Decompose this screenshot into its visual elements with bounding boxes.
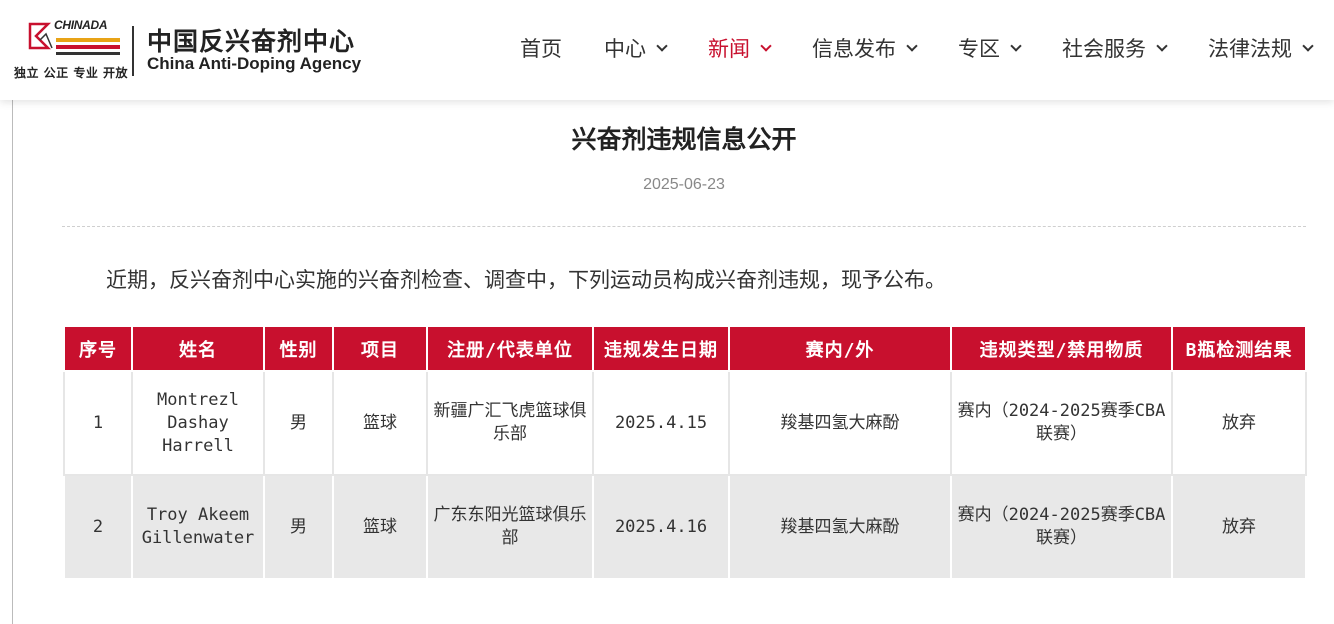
table-cell: 篮球 — [332, 474, 428, 580]
column-header: 赛内/外 — [728, 325, 952, 372]
nav-item-label: 法律法规 — [1208, 37, 1292, 61]
logo-divider — [132, 26, 134, 76]
table-cell: 篮球 — [332, 370, 428, 476]
title-divider — [62, 226, 1306, 227]
nav-item-label: 中心 — [604, 37, 646, 61]
table-cell: 新疆广汇飞虎篮球俱乐部 — [426, 370, 594, 476]
nav-item-label: 专区 — [958, 37, 1000, 61]
table-body: 1 Montrezl Dashay Harrell 男篮球 新疆广汇飞虎篮球俱乐部 20… — [63, 370, 1307, 580]
table-cell: 2025.4.16 — [592, 474, 730, 580]
column-header: 违规类型/禁用物质 — [950, 325, 1173, 372]
chevron-down-icon — [1302, 40, 1314, 52]
table-cell: 放弃 — [1171, 474, 1307, 580]
nav-item-5[interactable]: 社会服务 — [1062, 30, 1168, 66]
article-date: 2025-06-23 — [643, 176, 725, 193]
column-header: 性别 — [263, 325, 334, 372]
nav-item-label: 新闻 — [708, 37, 750, 61]
table-cell: 男 — [263, 370, 334, 476]
table-cell: 广东东阳光篮球俱乐部 — [426, 474, 594, 580]
table-cell: Troy Akeem Gillenwater — [131, 474, 265, 580]
table-cell: 羧基四氢大麻酚 — [728, 370, 952, 476]
table-cell: Montrezl Dashay Harrell — [131, 370, 265, 476]
table-header-row: 序号 姓名 性别 项目 注册/代表单位 违规发生日期 赛内/外 违规类型/禁用物质 B瓶检测结果 — [63, 325, 1307, 372]
column-header: 项目 — [332, 325, 428, 372]
nav-item-0[interactable]: 首页 — [520, 30, 562, 66]
chevron-down-icon — [1156, 40, 1168, 52]
article-title: 兴奋剂违规信息公开 — [571, 125, 797, 154]
logo-english-name: China Anti-Doping Agency — [147, 54, 362, 73]
logo-slogan: 独立 公正 专业 开放 — [14, 66, 129, 80]
nav-item-1[interactable]: 中心 — [604, 30, 668, 66]
column-header: 违规发生日期 — [592, 325, 730, 372]
table-cell: 2 — [63, 474, 133, 580]
table-cell: 1 — [63, 370, 133, 476]
nav-item-label: 首页 — [520, 37, 562, 61]
site-header: CHINADA 独立 公正 专业 开放 中国反兴奋剂中心 China Anti-… — [0, 0, 1334, 100]
column-header: 注册/代表单位 — [426, 325, 594, 372]
table-cell: 赛内（2024-2025赛季CBA联赛） — [950, 370, 1173, 476]
nav-item-3[interactable]: 信息发布 — [812, 30, 918, 66]
table-row: 2 Troy Akeem Gillenwater 男篮球 广东东阳光篮球俱乐部 2025… — [63, 474, 1307, 580]
logo-chinese-name: 中国反兴奋剂中心 — [147, 27, 356, 56]
table-cell: 放弃 — [1171, 370, 1307, 476]
nav-item-label: 社会服务 — [1062, 37, 1146, 61]
column-header: 序号 — [63, 325, 133, 372]
table-cell: 男 — [263, 474, 334, 580]
logo-brand-text: CHINADA — [54, 18, 108, 32]
nav-item-2[interactable]: 新闻 — [708, 30, 772, 66]
nav-item-4[interactable]: 专区 — [958, 30, 1022, 66]
site-logo[interactable]: CHINADA 独立 公正 专业 开放 中国反兴奋剂中心 China Anti-… — [14, 18, 374, 84]
chevron-down-icon — [1010, 40, 1022, 52]
chevron-down-icon — [906, 40, 918, 52]
article-intro: 近期，反兴奋剂中心实施的兴奋剂检查、调查中，下列运动员构成兴奋剂违规，现予公布。 — [106, 268, 946, 292]
table-row: 1 Montrezl Dashay Harrell 男篮球 新疆广汇飞虎篮球俱乐部 20… — [63, 370, 1307, 476]
main-nav: 首页 中心 新闻 信息发布 专区 社会服务 法律法规 — [520, 30, 1334, 66]
table-cell: 羧基四氢大麻酚 — [728, 474, 952, 580]
table-cell: 2025.4.15 — [592, 370, 730, 476]
column-header: B瓶检测结果 — [1171, 325, 1307, 372]
violations-table: 序号 姓名 性别 项目 注册/代表单位 违规发生日期 赛内/外 违规类型/禁用物质 B瓶检测结果… — [63, 325, 1307, 580]
chevron-down-icon — [656, 40, 668, 52]
table-cell: 赛内（2024-2025赛季CBA联赛） — [950, 474, 1173, 580]
chevron-down-icon — [760, 40, 772, 52]
nav-item-label: 信息发布 — [812, 37, 896, 61]
nav-item-6[interactable]: 法律法规 — [1208, 30, 1314, 66]
column-header: 姓名 — [131, 325, 265, 372]
